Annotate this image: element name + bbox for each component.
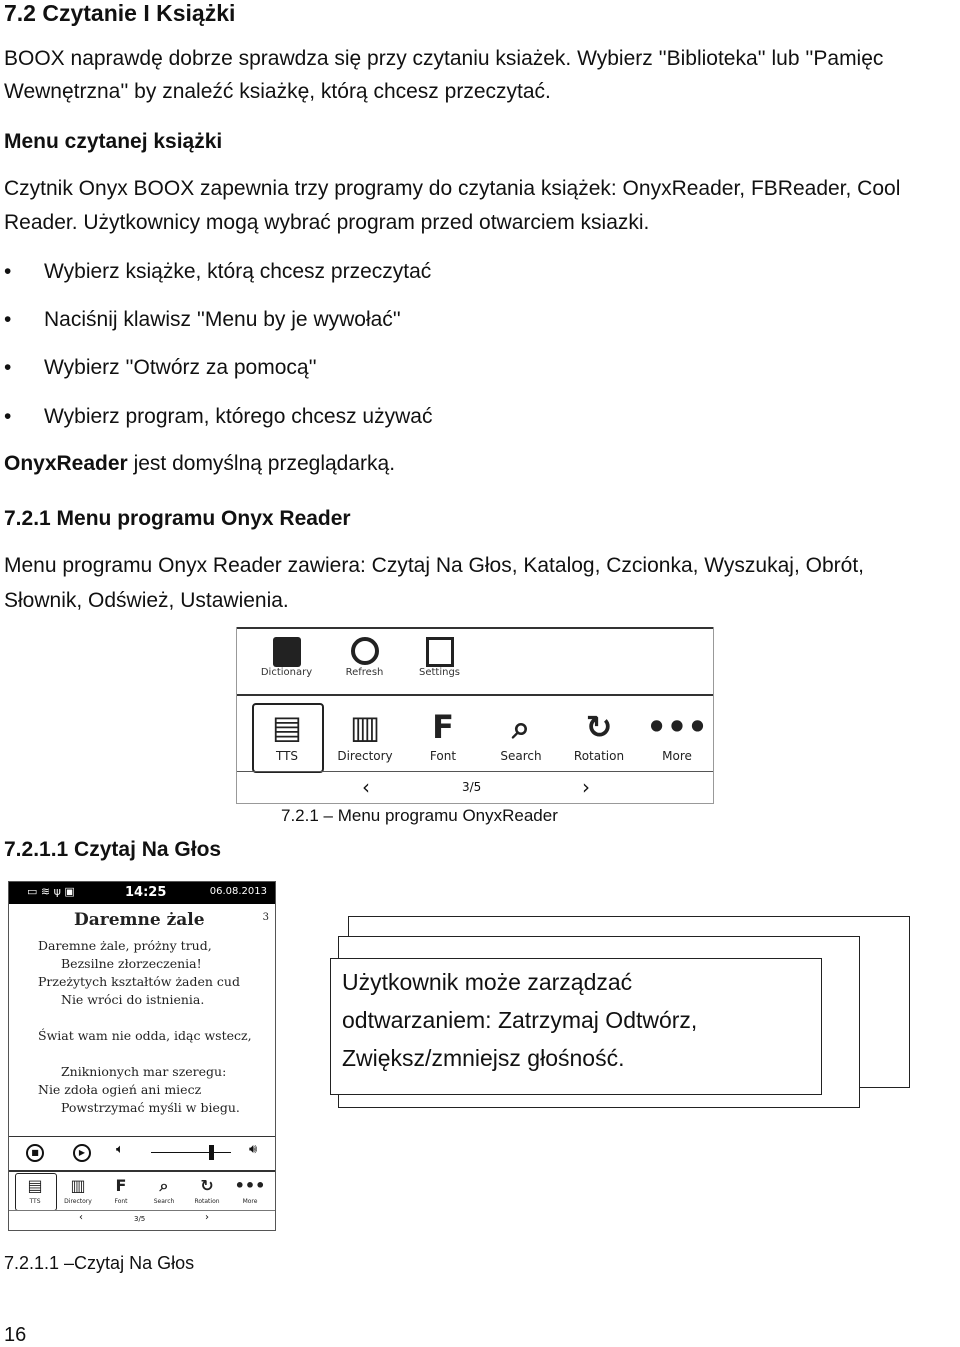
stop-button[interactable]: ■ (26, 1144, 44, 1162)
note-box: Użytkownik może zarządzać odtwarzaniem: … (330, 958, 822, 1095)
menu-item-rotation[interactable]: ↻ Rotation (564, 705, 634, 763)
poem-line: Świat wam nie odda, idąc wstecz, (38, 1028, 252, 1043)
prev-page-button[interactable]: ‹ (362, 775, 370, 799)
toolbar-label: Rotation (194, 1198, 220, 1205)
poem-line: Daremne żale, próżny trud, (38, 938, 212, 953)
device-tts-screenshot: ▭ ≋ ψ ▣ 14:25 06.08.2013 Daremne żale 3 … (8, 881, 276, 1231)
default-reader-name: OnyxReader (4, 452, 128, 475)
heading: 7.2 Czytanie I Książki (4, 0, 236, 26)
date: 06.08.2013 (209, 886, 267, 897)
poem-line: Powstrzymać myśli w biegu. (61, 1100, 240, 1115)
volume-down-button[interactable]: 🔈︎ (116, 1142, 124, 1157)
clock: 14:25 (125, 885, 167, 900)
toolbar-label: Font (114, 1198, 128, 1205)
menu-item-directory[interactable]: ▥ Directory (330, 705, 400, 763)
toolbar-item-more[interactable]: ••• More (230, 1174, 270, 1205)
prev-page-button[interactable]: ‹ (79, 1212, 83, 1223)
toolbar-item-font[interactable]: F Font (101, 1174, 141, 1205)
battery-wifi-usb-icons: ▭ ≋ ψ ▣ (27, 885, 75, 898)
search-icon: ⌕ (159, 1176, 169, 1195)
poem-line: Nie zdoła ogień ani miecz (38, 1082, 202, 1097)
poem-line: Bezsilne złorzeczenia! (61, 956, 202, 971)
directory-icon: ▥ (349, 708, 381, 746)
more-icon: ••• (234, 1176, 266, 1195)
search-icon: ⌕ (512, 708, 530, 746)
onyx-menu-screenshot: Dictionary Refresh Settings ▤ TTS ▥ Directo… (236, 627, 714, 804)
bullet-text: Wybierz program, którego chcesz używać (44, 405, 433, 428)
page-indicator: 3/5 (462, 780, 482, 794)
menu-caption: 7.2.1 – Menu programu OnyxReader (281, 806, 558, 825)
rotation-icon: ↻ (200, 1176, 214, 1195)
subheading: Menu czytanej książki (4, 130, 223, 153)
toolbar-label: Directory (64, 1198, 92, 1205)
volume-slider[interactable] (151, 1145, 231, 1160)
menu-item-label: TTS (275, 749, 299, 763)
refresh-icon (350, 637, 379, 665)
more-icon: ••• (646, 708, 708, 746)
bullet-text: Wybierz książke, którą chcesz przeczytać (44, 260, 432, 283)
poem-line: Zniknionych mar szeregu: (61, 1064, 227, 1079)
volume-up-button[interactable]: 🔊︎ (249, 1142, 257, 1157)
menu-settings: Settings (412, 637, 467, 678)
default-reader-text: jest domyślną przeglądarką. (127, 452, 396, 475)
font-icon: F (432, 708, 454, 746)
intro-line: Wewnętrzna'' by znaleźć ksiażkę, którą c… (4, 80, 551, 103)
menu-item-label: Rotation (573, 749, 625, 763)
book-title: Daremne żale (74, 910, 205, 930)
subsection-heading: 7.2.1.1 Czytaj Na Głos (4, 838, 222, 861)
poem-line: Przeżytych kształtów żaden cud (38, 974, 240, 989)
toolbar-label: More (242, 1198, 258, 1205)
toolbar-item-search[interactable]: ⌕ Search (144, 1174, 184, 1205)
section-line: Słownik, Odśwież, Ustawienia. (4, 589, 289, 612)
toolbar-item-rotation[interactable]: ↻ Rotation (187, 1174, 227, 1205)
tts-icon: ▤ (271, 708, 303, 746)
page-indicator: 3/5 (134, 1215, 146, 1223)
section-line: Menu programu Onyx Reader zawiera: Czyta… (4, 554, 864, 577)
para-line: Czytnik Onyx BOOX zapewnia trzy programy… (4, 177, 901, 200)
note-line: Użytkownik może zarządzać (342, 969, 633, 995)
toolbar-item-directory[interactable]: ▥ Directory (58, 1174, 98, 1205)
para-line: Reader. Użytkownicy mogą wybrać program … (4, 211, 650, 234)
document-page: 7.2 Czytanie I Książki BOOX naprawdę dob… (0, 0, 960, 1347)
menu-refresh: Refresh (337, 637, 392, 678)
font-icon: F (115, 1176, 127, 1195)
play-button[interactable]: ▶ (73, 1144, 91, 1162)
default-reader-line: OnyxReader jest domyślną przeglądarką. (4, 452, 395, 476)
page-number: 16 (4, 1324, 27, 1346)
menu-item-tts[interactable]: ▤ TTS (252, 705, 322, 763)
menu-item-label: Search (500, 749, 542, 763)
toolbar-label: Search (153, 1198, 175, 1205)
rotation-icon: ↻ (585, 708, 613, 746)
section-heading: 7.2.1 Menu programu Onyx Reader (4, 507, 351, 530)
note-line: Zwiększ/zmniejsz głośność. (342, 1045, 625, 1071)
next-page-button[interactable]: › (205, 1212, 209, 1223)
menu-item-more[interactable]: ••• More (642, 705, 712, 763)
bullet-text: Naciśnij klawisz ''Menu by je wywołać'' (44, 308, 401, 331)
menu-item-search[interactable]: ⌕ Search (486, 705, 556, 763)
dictionary-icon (272, 637, 301, 667)
menu-item-label: Directory (337, 749, 393, 763)
menu-item-label: More (662, 749, 692, 763)
menu-dictionary: Dictionary (259, 637, 314, 678)
next-page-button[interactable]: › (582, 775, 590, 799)
book-page-number: 3 (262, 912, 269, 923)
intro-line: BOOX naprawdę dobrze sprawdza się przy c… (4, 47, 884, 70)
toolbar-label: TTS (29, 1198, 41, 1205)
volume-handle[interactable] (209, 1145, 214, 1160)
bullet-text: Wybierz ''Otwórz za pomocą'' (44, 356, 317, 379)
settings-icon (425, 637, 454, 667)
directory-icon: ▥ (70, 1176, 86, 1195)
poem-line: Nie wróci do istnienia. (61, 992, 205, 1007)
toolbar-item-tts[interactable]: ▤ TTS (15, 1174, 55, 1205)
status-bar: ▭ ≋ ψ ▣ 14:25 06.08.2013 (9, 882, 275, 904)
menu-item-font[interactable]: F Font (408, 705, 478, 763)
menu-item-label: Font (429, 749, 457, 763)
tts-icon: ▤ (27, 1176, 43, 1195)
note-line: odtwarzaniem: Zatrzymaj Odtwórz, (342, 1007, 698, 1033)
device-caption: 7.2.1.1 –Czytaj Na Głos (4, 1253, 195, 1273)
